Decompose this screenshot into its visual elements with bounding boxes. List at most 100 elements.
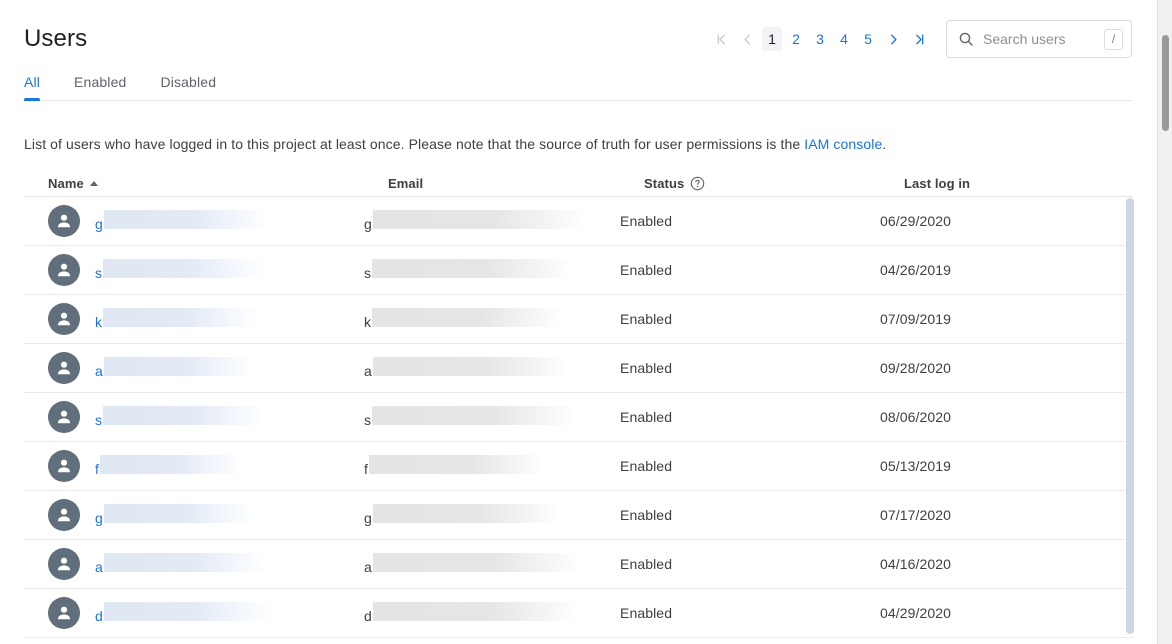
user-email: a: [364, 357, 567, 379]
user-email: d: [364, 602, 577, 624]
user-name-link[interactable]: a: [95, 553, 267, 575]
table-scrollbar[interactable]: [1126, 198, 1134, 643]
table-scrollbar-thumb[interactable]: [1126, 198, 1134, 634]
table-row[interactable]: ggEnabled06/29/2020: [24, 197, 1133, 246]
cell-name: g: [24, 499, 364, 531]
cell-status: Enabled: [620, 507, 880, 523]
pagination-page-4[interactable]: 4: [834, 27, 854, 51]
table-row[interactable]: ssEnabled08/06/2020: [24, 393, 1133, 442]
user-email-redaction: [369, 455, 544, 474]
search-input[interactable]: [983, 31, 1098, 47]
cell-name: a: [24, 548, 364, 580]
column-header-status[interactable]: Status: [644, 176, 904, 191]
table-row[interactable]: kkEnabled07/09/2019: [24, 295, 1133, 344]
user-name-redaction: [103, 308, 258, 327]
cell-email: f: [364, 455, 620, 477]
help-circle-icon[interactable]: [690, 176, 705, 191]
user-name-redaction: [104, 210, 270, 229]
cell-last-login: 08/06/2020: [880, 409, 1100, 425]
pagination-page-1[interactable]: 1: [762, 27, 782, 51]
user-name-initial: a: [95, 363, 103, 379]
table-row[interactable]: aaEnabled09/28/2020: [24, 344, 1133, 393]
search-icon: [958, 31, 974, 47]
person-icon: [55, 212, 73, 230]
tab-disabled[interactable]: Disabled: [160, 74, 216, 100]
cell-name: s: [24, 401, 364, 433]
pagination-last-button[interactable]: [906, 25, 932, 53]
search-shortcut-badge: /: [1104, 29, 1123, 50]
page-description: List of users who have logged in to this…: [24, 134, 1132, 154]
user-name-initial: k: [95, 314, 102, 330]
cell-last-login: 09/28/2020: [880, 360, 1100, 376]
iam-console-link[interactable]: IAM console: [804, 136, 882, 152]
user-email-redaction: [373, 357, 567, 376]
user-name-link[interactable]: s: [95, 406, 267, 428]
column-header-name[interactable]: Name: [48, 176, 388, 191]
user-name-link[interactable]: a: [95, 357, 254, 379]
user-name-link[interactable]: g: [95, 210, 270, 232]
pagination-page-2[interactable]: 2: [786, 27, 806, 51]
user-name-redaction: [100, 455, 243, 474]
avatar: [48, 401, 80, 433]
person-icon: [55, 457, 73, 475]
cell-status: Enabled: [620, 311, 880, 327]
user-email-initial: g: [364, 510, 372, 526]
person-icon: [55, 604, 73, 622]
cell-status: Enabled: [620, 213, 880, 229]
pagination-next-button[interactable]: [880, 25, 906, 53]
user-name-initial: s: [95, 265, 102, 281]
page-scrollbar[interactable]: [1157, 0, 1172, 644]
users-table: Name Email Status: [24, 170, 1133, 644]
avatar: [48, 548, 80, 580]
pagination-prev-button[interactable]: [734, 25, 760, 53]
column-header-email[interactable]: Email: [388, 176, 644, 191]
user-email-redaction: [372, 259, 572, 278]
user-email: s: [364, 406, 576, 428]
table-row[interactable]: ssEnabled04/26/2019: [24, 246, 1133, 295]
table-header-row: Name Email Status: [24, 170, 1133, 197]
user-email-initial: k: [364, 314, 371, 330]
user-name-link[interactable]: d: [95, 602, 271, 624]
pagination-first-button[interactable]: [708, 25, 734, 53]
person-icon: [55, 408, 73, 426]
cell-status: Enabled: [620, 262, 880, 278]
table-row[interactable]: ddEnabled04/29/2020: [24, 589, 1133, 638]
tab-all[interactable]: All: [24, 74, 40, 100]
user-name-link[interactable]: k: [95, 308, 258, 330]
user-name-link[interactable]: g: [95, 504, 254, 526]
filter-tabs: All Enabled Disabled: [24, 64, 1133, 101]
user-email-initial: a: [364, 559, 372, 575]
avatar: [48, 352, 80, 384]
user-name-link[interactable]: s: [95, 259, 263, 281]
person-icon: [55, 359, 73, 377]
page-scrollbar-thumb[interactable]: [1162, 35, 1169, 131]
person-icon: [55, 261, 73, 279]
person-icon: [55, 555, 73, 573]
user-email-redaction: [372, 406, 576, 425]
table-row[interactable]: ffEnabled05/13/2019: [24, 442, 1133, 491]
avatar: [48, 205, 80, 237]
users-page: Users 1 2: [0, 0, 1172, 644]
table-row[interactable]: aaEnabled04/16/2020: [24, 540, 1133, 589]
header-controls: 1 2 3 4 5: [708, 20, 1132, 58]
pagination: 1 2 3 4 5: [708, 25, 932, 53]
user-name-initial: g: [95, 216, 103, 232]
search-box[interactable]: /: [946, 20, 1132, 58]
user-name-link[interactable]: f: [95, 455, 243, 477]
user-email-redaction: [373, 602, 577, 621]
pagination-page-5[interactable]: 5: [858, 27, 878, 51]
page-header: Users 1 2: [24, 0, 1132, 64]
cell-status: Enabled: [620, 458, 880, 474]
person-icon: [55, 506, 73, 524]
user-email-initial: s: [364, 412, 371, 428]
pagination-page-3[interactable]: 3: [810, 27, 830, 51]
avatar: [48, 597, 80, 629]
cell-status: Enabled: [620, 605, 880, 621]
column-header-last-login[interactable]: Last log in: [904, 176, 1124, 191]
tab-enabled[interactable]: Enabled: [74, 74, 126, 100]
cell-name: d: [24, 597, 364, 629]
column-header-last-login-label: Last log in: [904, 176, 970, 191]
column-header-email-label: Email: [388, 176, 423, 191]
user-email: g: [364, 210, 585, 232]
table-row[interactable]: ggEnabled07/17/2020: [24, 491, 1133, 540]
